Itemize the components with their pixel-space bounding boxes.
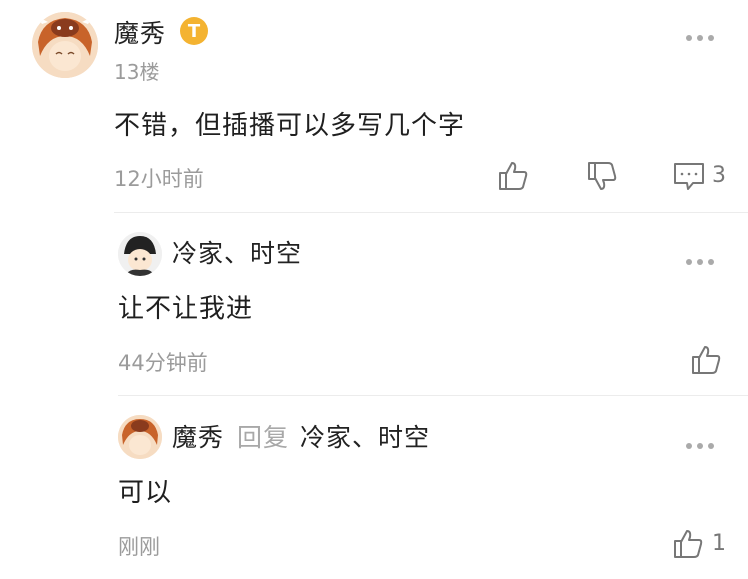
thumbs-up-icon[interactable] <box>672 528 704 560</box>
more-icon[interactable] <box>686 259 714 265</box>
reply-to-user[interactable]: 冷家、时空 <box>300 418 430 454</box>
like-count[interactable]: 1 <box>712 531 726 556</box>
reply-label: 回复 <box>237 423 290 452</box>
reply-text: 可以 <box>118 478 173 508</box>
reply-time: 44分钟前 <box>118 351 208 375</box>
comment-text: 不错，但插播可以多写几个字 <box>114 111 466 141</box>
vip-badge-icon: T <box>180 17 208 45</box>
floor-number: 13楼 <box>114 60 160 84</box>
reply-avatar[interactable] <box>118 415 162 459</box>
thumbs-up-icon[interactable] <box>497 160 529 192</box>
thumbs-down-icon[interactable] <box>586 160 618 192</box>
reply-author[interactable]: 魔秀 <box>172 418 224 454</box>
reply-author[interactable]: 冷家、时空 <box>172 234 302 270</box>
comment-author[interactable]: 魔秀 <box>114 14 166 50</box>
reply-time: 刚刚 <box>118 535 160 559</box>
comment-icon[interactable] <box>673 161 705 191</box>
reply-count[interactable]: 3 <box>712 163 726 188</box>
thumbs-up-icon[interactable] <box>690 344 722 376</box>
comment-time: 12小时前 <box>114 167 204 191</box>
more-icon[interactable] <box>686 35 714 41</box>
divider <box>114 212 748 213</box>
divider <box>118 395 748 396</box>
more-icon[interactable] <box>686 443 714 449</box>
avatar[interactable] <box>32 12 98 78</box>
vip-badge-letter: T <box>187 20 201 42</box>
reply-avatar[interactable] <box>118 232 162 276</box>
reply-text: 让不让我进 <box>118 294 254 324</box>
